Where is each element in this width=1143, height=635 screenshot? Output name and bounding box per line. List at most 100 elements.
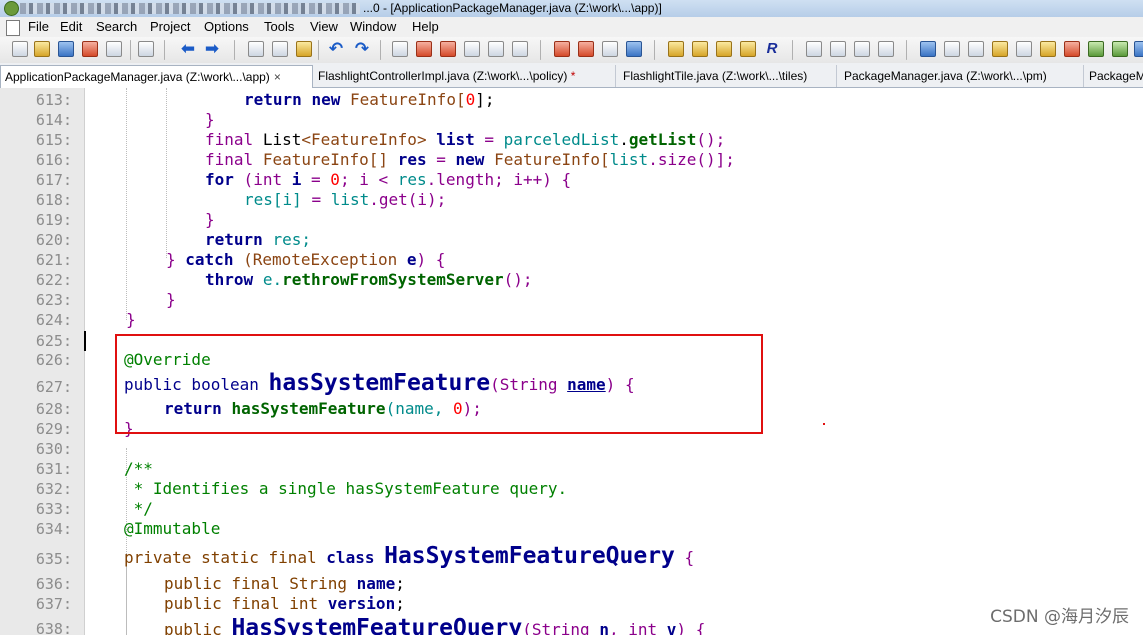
variable: parceledList xyxy=(503,130,620,149)
clipboard-window-icon[interactable] xyxy=(1016,41,1032,57)
line-number: 629: xyxy=(35,420,72,438)
print-icon[interactable] xyxy=(138,41,154,57)
references-icon[interactable]: R xyxy=(764,41,780,57)
punct: [ xyxy=(455,90,466,109)
project-window-icon[interactable] xyxy=(920,41,936,57)
relation-window-icon[interactable] xyxy=(716,41,732,57)
menu-bar: File Edit Search Project Options Tools V… xyxy=(0,17,1143,37)
find-in-files-icon[interactable] xyxy=(464,41,480,57)
copy-icon[interactable] xyxy=(272,41,288,57)
layout-grid-icon[interactable] xyxy=(806,41,822,57)
type: List xyxy=(262,130,302,149)
code-line-637: public final int version; xyxy=(164,594,405,613)
save-icon[interactable] xyxy=(58,41,74,57)
toolbar-separator xyxy=(318,40,319,60)
highlight-annotation-box xyxy=(115,334,763,434)
close-file-icon[interactable] xyxy=(106,41,122,57)
context-window-icon[interactable] xyxy=(944,41,960,57)
find-icon[interactable] xyxy=(392,41,408,57)
code-line-638: public HasSystemFeatureQuery(String n, i… xyxy=(164,615,705,635)
menu-window[interactable]: Window xyxy=(350,19,396,34)
save-all-icon[interactable] xyxy=(82,41,98,57)
cut-icon[interactable] xyxy=(248,41,264,57)
open-folder-icon[interactable] xyxy=(34,41,50,57)
punct: .length; i++) { xyxy=(426,170,572,189)
tab-label: FlashlightTile.java (Z:\work\...\tiles) xyxy=(623,69,808,83)
bookmark-next-icon[interactable] xyxy=(578,41,594,57)
line-number: 638: xyxy=(35,620,72,635)
indent-guide xyxy=(166,88,167,258)
redo-icon[interactable]: ↷ xyxy=(354,40,370,57)
jump-to-definition-icon[interactable] xyxy=(740,41,756,57)
line-number: 615: xyxy=(35,131,72,149)
tab-package-m-truncated[interactable]: PackageM xyxy=(1085,65,1143,87)
lightning-icon[interactable] xyxy=(1112,41,1128,57)
forward-arrow-icon[interactable]: ➡ xyxy=(204,40,220,57)
output-window-icon[interactable] xyxy=(1064,41,1080,57)
menu-file[interactable]: File xyxy=(28,19,49,34)
watermark: CSDN @海月汐辰 xyxy=(990,607,1129,627)
undo-icon[interactable]: ↶ xyxy=(328,40,344,57)
code-line-633: */ xyxy=(124,499,153,518)
menu-tools[interactable]: Tools xyxy=(264,19,294,34)
indent-guide xyxy=(126,88,127,320)
menu-view[interactable]: View xyxy=(310,19,338,34)
help-window-icon[interactable] xyxy=(1040,41,1056,57)
replace-icon[interactable] xyxy=(488,41,504,57)
layout-columns-icon[interactable] xyxy=(830,41,846,57)
code-line-623: } xyxy=(166,290,176,309)
code-line-614: } xyxy=(205,110,215,129)
variable: e xyxy=(406,250,417,269)
keyword: new xyxy=(311,90,341,109)
punct: , xyxy=(608,620,619,635)
tab-flashlight-tile[interactable]: FlashlightTile.java (Z:\work\...\tiles) xyxy=(619,65,837,87)
paste-icon[interactable] xyxy=(296,41,312,57)
symbol-info-icon[interactable] xyxy=(692,41,708,57)
symbol-browser-icon[interactable] xyxy=(668,41,684,57)
new-file-icon[interactable] xyxy=(12,41,28,57)
menu-options[interactable]: Options xyxy=(204,19,249,34)
code-line-616: final FeatureInfo[] res = new FeatureInf… xyxy=(205,150,735,169)
overview-icon[interactable] xyxy=(1088,41,1104,57)
line-number: 634: xyxy=(35,520,72,538)
code-line-620: return res; xyxy=(205,230,311,249)
menu-search[interactable]: Search xyxy=(96,19,137,34)
tab-label: ApplicationPackageManager.java (Z:\work\… xyxy=(5,70,270,84)
punct: } xyxy=(166,250,176,269)
layout-rows-icon[interactable] xyxy=(854,41,870,57)
tab-package-manager[interactable]: PackageManager.java (Z:\work\...\pm) xyxy=(840,65,1084,87)
tab-label: PackageManager.java (Z:\work\...\pm) xyxy=(844,69,1047,83)
line-number: 618: xyxy=(35,191,72,209)
symbol-window-icon[interactable] xyxy=(968,41,984,57)
code-line-632: * Identifies a single hasSystemFeature q… xyxy=(124,479,568,498)
variable: e. xyxy=(262,270,283,289)
toolbar-separator xyxy=(906,40,907,60)
text-caret xyxy=(84,331,86,351)
close-icon[interactable]: × xyxy=(274,70,281,84)
search-results-icon[interactable] xyxy=(992,41,1008,57)
menu-help[interactable]: Help xyxy=(412,19,439,34)
menu-edit[interactable]: Edit xyxy=(60,19,82,34)
toolbar-separator xyxy=(654,40,655,60)
bookmark-toggle-icon[interactable] xyxy=(554,41,570,57)
menu-project[interactable]: Project xyxy=(150,19,190,34)
find-previous-icon[interactable] xyxy=(440,41,456,57)
bookmark-list-icon[interactable] xyxy=(602,41,618,57)
back-arrow-icon[interactable]: ⬅ xyxy=(180,40,196,57)
more-tools-icon[interactable] xyxy=(1134,41,1143,57)
replace-in-files-icon[interactable] xyxy=(512,41,528,57)
constructor-name: HasSystemFeatureQuery xyxy=(231,615,523,635)
bookmark-star-icon[interactable] xyxy=(626,41,642,57)
variable: res xyxy=(397,150,427,169)
punct: (); xyxy=(503,270,533,289)
layout-cascade-icon[interactable] xyxy=(878,41,894,57)
operator: = xyxy=(311,170,321,189)
document-icon[interactable] xyxy=(6,20,20,36)
tab-flashlight-controller-impl[interactable]: FlashlightControllerImpl.java (Z:\work\.… xyxy=(314,65,616,87)
line-number: 621: xyxy=(35,251,72,269)
param-name: n xyxy=(599,620,609,635)
line-number: 623: xyxy=(35,291,72,309)
modified-indicator: * xyxy=(570,69,576,83)
tab-application-package-manager[interactable]: ApplicationPackageManager.java (Z:\work\… xyxy=(0,65,313,88)
find-next-icon[interactable] xyxy=(416,41,432,57)
